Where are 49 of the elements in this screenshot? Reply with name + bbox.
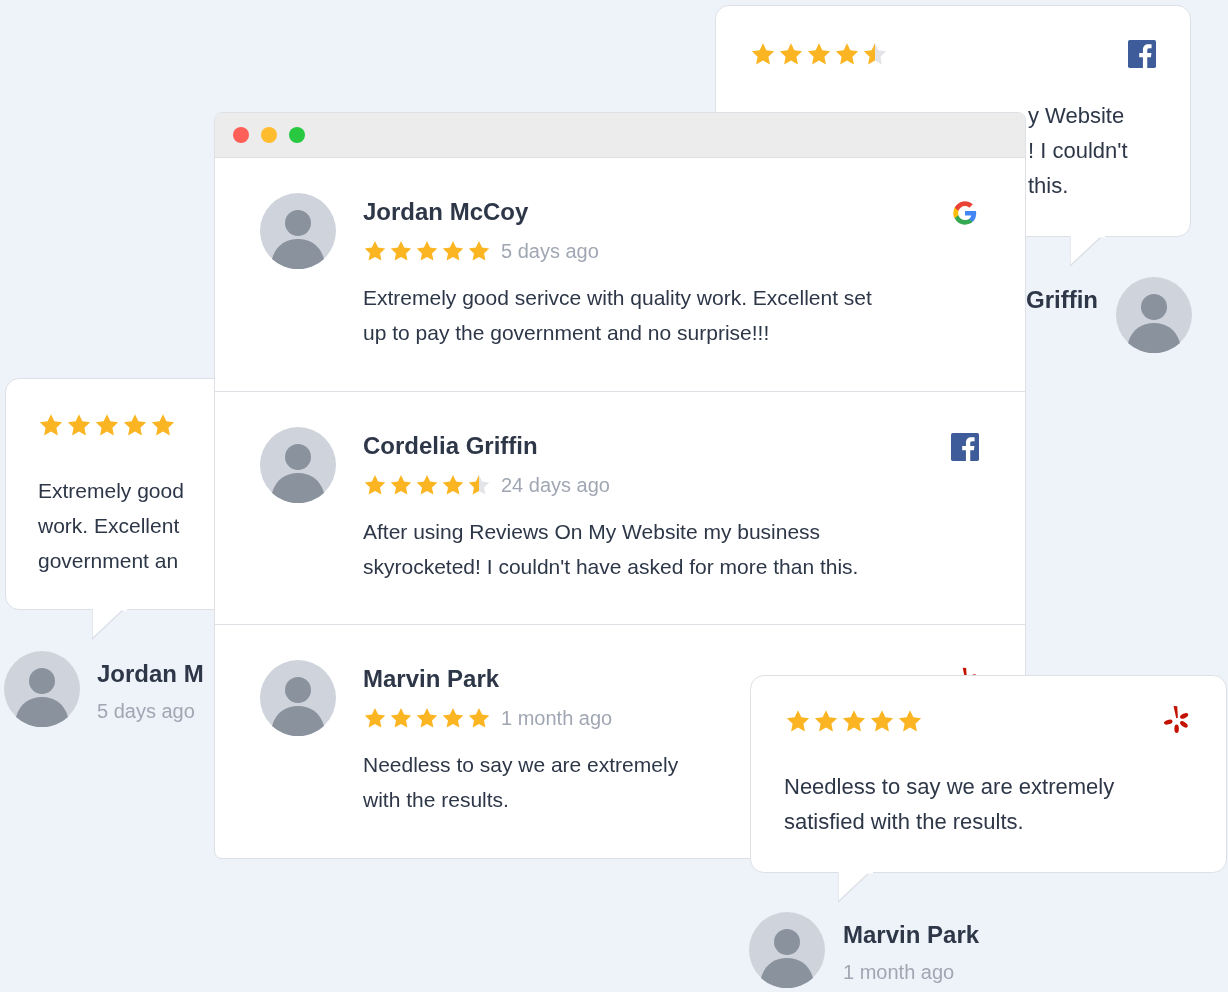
review-text: After using Reviews On My Website my business bbox=[363, 518, 821, 545]
review-text: y Website bbox=[1028, 102, 1125, 130]
star-icon bbox=[66, 412, 92, 438]
star-icon bbox=[363, 239, 387, 263]
star-icon bbox=[122, 412, 148, 438]
review-text: up to pay the government and no surprise!!! bbox=[363, 320, 770, 346]
star-icon bbox=[785, 708, 811, 734]
review-date: 1 month ago bbox=[843, 960, 955, 985]
review-text: this. bbox=[1028, 172, 1069, 200]
review-text: skyrocketed! I couldn't have asked for more than this. bbox=[363, 553, 859, 580]
facebook-icon bbox=[1128, 40, 1156, 68]
star-icon bbox=[778, 41, 804, 67]
facebook-icon bbox=[951, 432, 979, 461]
review-text: government an bbox=[38, 548, 179, 574]
star-icon bbox=[813, 708, 839, 734]
review-date: 1 month ago bbox=[501, 706, 613, 732]
star-icon bbox=[841, 708, 867, 734]
review-date: 5 days ago bbox=[501, 239, 599, 264]
review-text: work. Excellent bbox=[38, 513, 180, 539]
star-icon bbox=[862, 41, 888, 67]
reviewer-name: Jordan M bbox=[97, 659, 204, 689]
review-text: Extremely good bbox=[38, 478, 184, 504]
reviewer-name: Griffin bbox=[1026, 285, 1098, 315]
review-text: with the results. bbox=[363, 787, 509, 814]
star-icon bbox=[869, 708, 895, 734]
reviewer-name: Marvin Park bbox=[363, 664, 501, 695]
star-icon bbox=[897, 708, 923, 734]
reviewer-name: Jordan McCoy bbox=[363, 197, 530, 227]
google-icon bbox=[951, 199, 979, 227]
star-icon bbox=[806, 41, 832, 67]
star-icon bbox=[150, 412, 176, 438]
star-icon bbox=[834, 41, 860, 67]
review-text: Extremely good serivce with quality work. Excellent set bbox=[363, 285, 872, 311]
review-text: ! I couldn't bbox=[1028, 137, 1128, 165]
star-icon bbox=[750, 41, 776, 67]
star-icon bbox=[441, 239, 465, 263]
star-icon bbox=[38, 412, 64, 438]
star-icon bbox=[415, 239, 439, 263]
reviewer-name: Marvin Park bbox=[843, 920, 980, 950]
star-icon bbox=[467, 239, 491, 263]
review-date: 5 days ago bbox=[97, 699, 195, 724]
review-date: 24 days ago bbox=[501, 472, 610, 498]
reviewer-name: Cordelia Griffin bbox=[363, 430, 539, 461]
review-text: Needless to say we are extremely bbox=[784, 773, 1115, 801]
star-icon bbox=[94, 412, 120, 438]
review-text: satisfied with the results. bbox=[784, 808, 1024, 836]
review-text: Needless to say we are extremely bbox=[363, 752, 679, 779]
burst-icon bbox=[1161, 704, 1191, 734]
star-icon bbox=[389, 239, 413, 263]
